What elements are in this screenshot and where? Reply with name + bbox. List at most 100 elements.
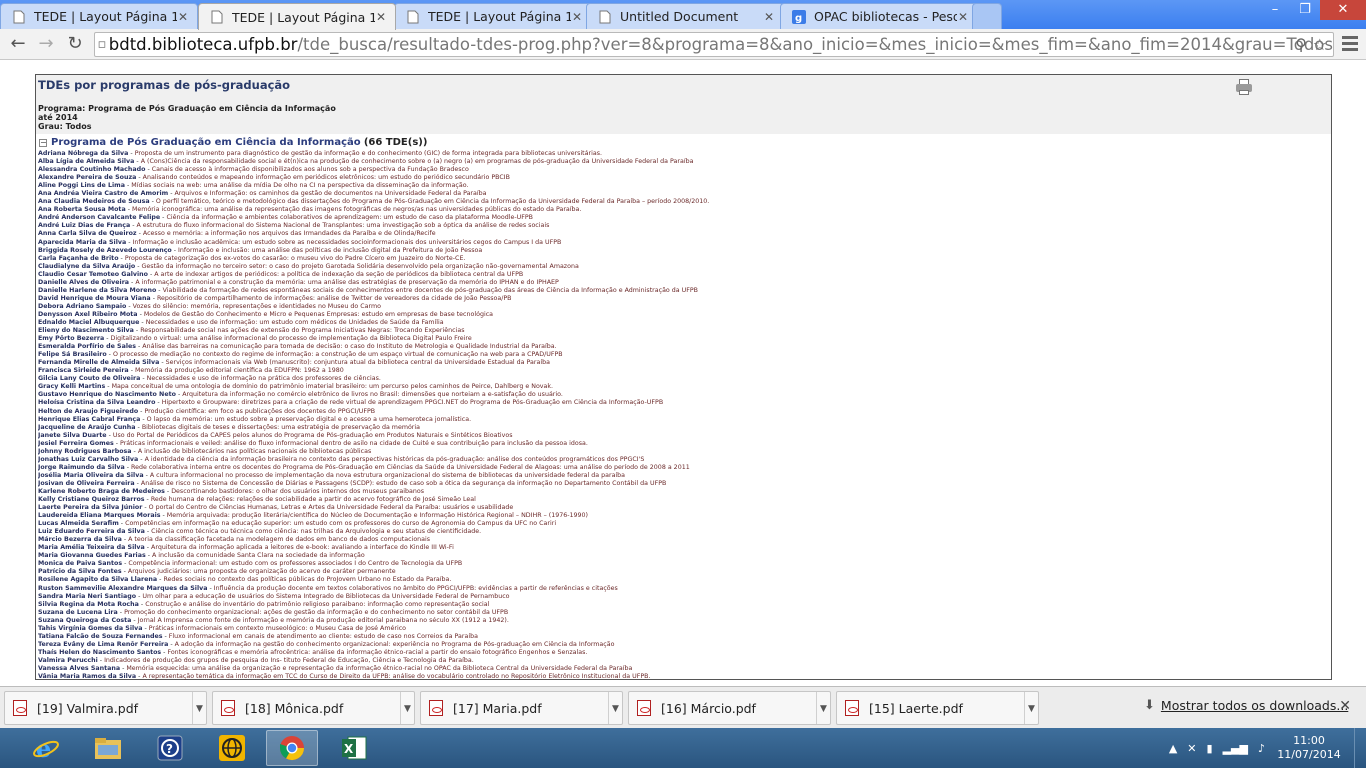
thesis-title[interactable]: A inclusão da comunidade Santa Clara na … [152,552,365,559]
thesis-author[interactable]: Gustavo Henrique do Nascimento Neto [38,391,176,398]
chevron-down-icon[interactable]: ▼ [816,692,830,724]
thesis-author[interactable]: Aparecida Maria da Silva [38,239,126,246]
thesis-title[interactable]: Mídias sociais na web: uma análise da mí… [131,182,468,189]
thesis-author[interactable]: Danielle Harlene da Silva Moreno [38,287,156,294]
thesis-title[interactable]: Descortinando bastidores: o olhar dos us… [171,488,424,495]
download-item[interactable]: [17] Maria.pdf ▼ [420,691,623,725]
thesis-title[interactable]: Memória esquecida: uma análise da organi… [126,665,632,672]
chevron-down-icon[interactable]: ▼ [608,692,622,724]
thesis-title[interactable]: Influência da produção docente em textos… [214,585,618,592]
thesis-title[interactable]: Ciência como técnica ou técnica como ciê… [151,528,481,535]
thesis-author[interactable]: Gilcia Lany Couto de Oliveira [38,375,140,382]
search-icon[interactable]: ⚲ [1295,35,1307,54]
thesis-author[interactable]: Laerte Pereira da Silva Júnior [38,504,142,511]
thesis-author[interactable]: Silvia Regina da Mota Rocha [38,601,139,608]
thesis-title[interactable]: Rede humana de relações: relações de soc… [151,496,476,503]
thesis-title[interactable]: Canais de acesso à informação disponibil… [152,166,469,173]
download-item[interactable]: [19] Valmira.pdf ▼ [4,691,207,725]
thesis-author[interactable]: Vânia Maria Ramos da Silva [38,673,136,680]
thesis-title[interactable]: Memória arquivada: produção literária/ci… [167,512,588,519]
globe-app-icon[interactable] [206,730,258,766]
thesis-title[interactable]: Jornal A Imprensa como fonte de informaç… [138,617,509,624]
thesis-title[interactable]: Necessidades e uso de informação: um est… [146,319,444,326]
thesis-author[interactable]: Maria Amélia Teixeira da Silva [38,544,145,551]
show-all-downloads[interactable]: ⬇ Mostrar todos os downloads... [1144,698,1348,713]
thesis-author[interactable]: Helton de Araujo Figueiredo [38,408,138,415]
thesis-title[interactable]: Arquitetura da informação no comércio el… [182,391,563,398]
thesis-author[interactable]: Josélia Maria Oliveira da Silva [38,472,144,479]
thesis-title[interactable]: Arquivos e Informação: os caminhos da ge… [174,190,486,197]
thesis-author[interactable]: Janete Silva Duarte [38,432,107,439]
battery-icon[interactable]: ▮ [1207,742,1213,755]
clock[interactable]: 11:00 11/07/2014 [1270,734,1348,762]
thesis-title[interactable]: Redes sociais no contexto das políticas … [163,576,451,583]
thesis-author[interactable]: David Henrique de Moura Viana [38,295,151,302]
new-tab-button[interactable] [972,3,1002,29]
thesis-title[interactable]: Memória da produção editorial científica… [135,367,344,374]
thesis-title[interactable]: Análise de risco no Sistema de Concessão… [141,480,666,487]
thesis-title[interactable]: Um olhar para a educação de usuários do … [142,593,509,600]
thesis-title[interactable]: Mapa conceitual de uma ontologia de domí… [112,383,553,390]
thesis-author[interactable]: Jesiel Ferreira Gomes [38,440,114,447]
thesis-author[interactable]: Adriana Nóbrega da Silva [38,150,128,157]
thesis-title[interactable]: Ciência da informação e ambientes colabo… [166,214,533,221]
thesis-title[interactable]: Memória iconográfica: uma análise da rep… [132,206,581,213]
thesis-author[interactable]: Alessandra Coutinho Machado [38,166,145,173]
thesis-author[interactable]: Gracy Kelli Martins [38,383,105,390]
thesis-author[interactable]: Claudialyne da Silva Araújo [38,263,135,270]
tab-tede-2[interactable]: TEDE | Layout Página 1 - lı ✕ [198,3,396,30]
thesis-author[interactable]: André Luiz Dias de França [38,222,130,229]
volume-icon[interactable]: ♪ [1258,742,1265,755]
close-download-bar-icon[interactable]: ✕ [1339,698,1351,714]
thesis-author[interactable]: Aline Poggi Lins de Lima [38,182,125,189]
thesis-author[interactable]: Jacqueline de Araújo Cunha [38,424,136,431]
file-explorer-icon[interactable] [82,730,134,766]
thesis-title[interactable]: Fluxo informacional em canais de atendim… [169,633,478,640]
thesis-author[interactable]: Fernanda Mirelle de Almeida Silva [38,359,159,366]
thesis-author[interactable]: Johnny Rodrigues Barbosa [38,448,132,455]
help-icon[interactable]: ? [144,730,196,766]
thesis-author[interactable]: Anna Carla Silva de Queiroz [38,230,137,237]
thesis-author[interactable]: Laudereida Eliana Marques Morais [38,512,160,519]
show-hidden-icons-icon[interactable]: ▲ [1169,742,1177,755]
thesis-author[interactable]: Karlene Roberto Braga de Medeiros [38,488,165,495]
thesis-author[interactable]: Carla Façanha de Brito [38,255,119,262]
thesis-title[interactable]: A informação patrimonial e a construção … [135,279,558,286]
thesis-author[interactable]: Ednaldo Maciel Albuquerque [38,319,139,326]
thesis-title[interactable]: Analisando conteúdos e mapeando informaç… [143,174,510,181]
tab-tede-1[interactable]: TEDE | Layout Página 1 - lı ✕ [0,3,198,29]
printer-icon[interactable] [1235,79,1253,95]
thesis-author[interactable]: André Anderson Cavalcante Felipe [38,214,160,221]
internet-explorer-icon[interactable]: e [20,730,72,766]
thesis-title[interactable]: Gestão da informação no terceiro setor: … [141,263,578,270]
thesis-title[interactable]: A arte de indexar artigos de periódicos:… [154,271,523,278]
thesis-title[interactable]: Informação e inclusão: uma análise das p… [178,247,482,254]
chevron-down-icon[interactable]: ▼ [1024,692,1038,724]
tab-untitled-document[interactable]: Untitled Document ✕ [586,3,784,29]
chrome-icon[interactable] [266,730,318,766]
thesis-author[interactable]: Claudio Cesar Temoteo Galvino [38,271,148,278]
close-tab-icon[interactable]: ✕ [177,10,189,24]
thesis-author[interactable]: Tereza Evâny de Lima Renôr Ferreira [38,641,168,648]
thesis-author[interactable]: Kelly Cristiane Queiroz Barros [38,496,145,503]
back-arrow-icon[interactable]: ← [6,33,30,55]
thesis-author[interactable]: Rosilene Agapito da Silva Llarena [38,576,157,583]
thesis-title[interactable]: Arquivos judiciários: uma proposta de or… [128,568,396,575]
thesis-author[interactable]: Ana Claudia Medeiros de Sousa [38,198,150,205]
thesis-author[interactable]: Denysson Axel Ribeiro Mota [38,311,138,318]
restore-icon[interactable]: ❐ [1290,0,1320,20]
thesis-title[interactable]: Indicadores de produção dos grupos de pe… [104,657,474,664]
thesis-title[interactable]: Viabilidade da formação de redes espontâ… [163,287,698,294]
thesis-author[interactable]: Alba Lígia de Almeida Silva [38,158,134,165]
thesis-title[interactable]: Competência informacional: um estudo com… [128,560,462,567]
thesis-author[interactable]: Sandra Maria Neri Santiago [38,593,136,600]
reload-icon[interactable]: ↻ [63,33,87,55]
thesis-author[interactable]: Suzana Queiroga da Costa [38,617,131,624]
thesis-title[interactable]: A cultura informacional no processo de i… [150,472,625,479]
thesis-title[interactable]: Práticas informacionais em contexto muse… [149,625,406,632]
thesis-title[interactable]: Práticas informacionais e veiled: anális… [120,440,588,447]
signal-icon[interactable]: ▂▄▆ [1223,742,1248,755]
thesis-title[interactable]: O processo de mediação no contexto do re… [113,351,563,358]
thesis-title[interactable]: O perfil temático, teórico e metodológic… [156,198,709,205]
thesis-author[interactable]: Alexandre Pereira de Souza [38,174,136,181]
